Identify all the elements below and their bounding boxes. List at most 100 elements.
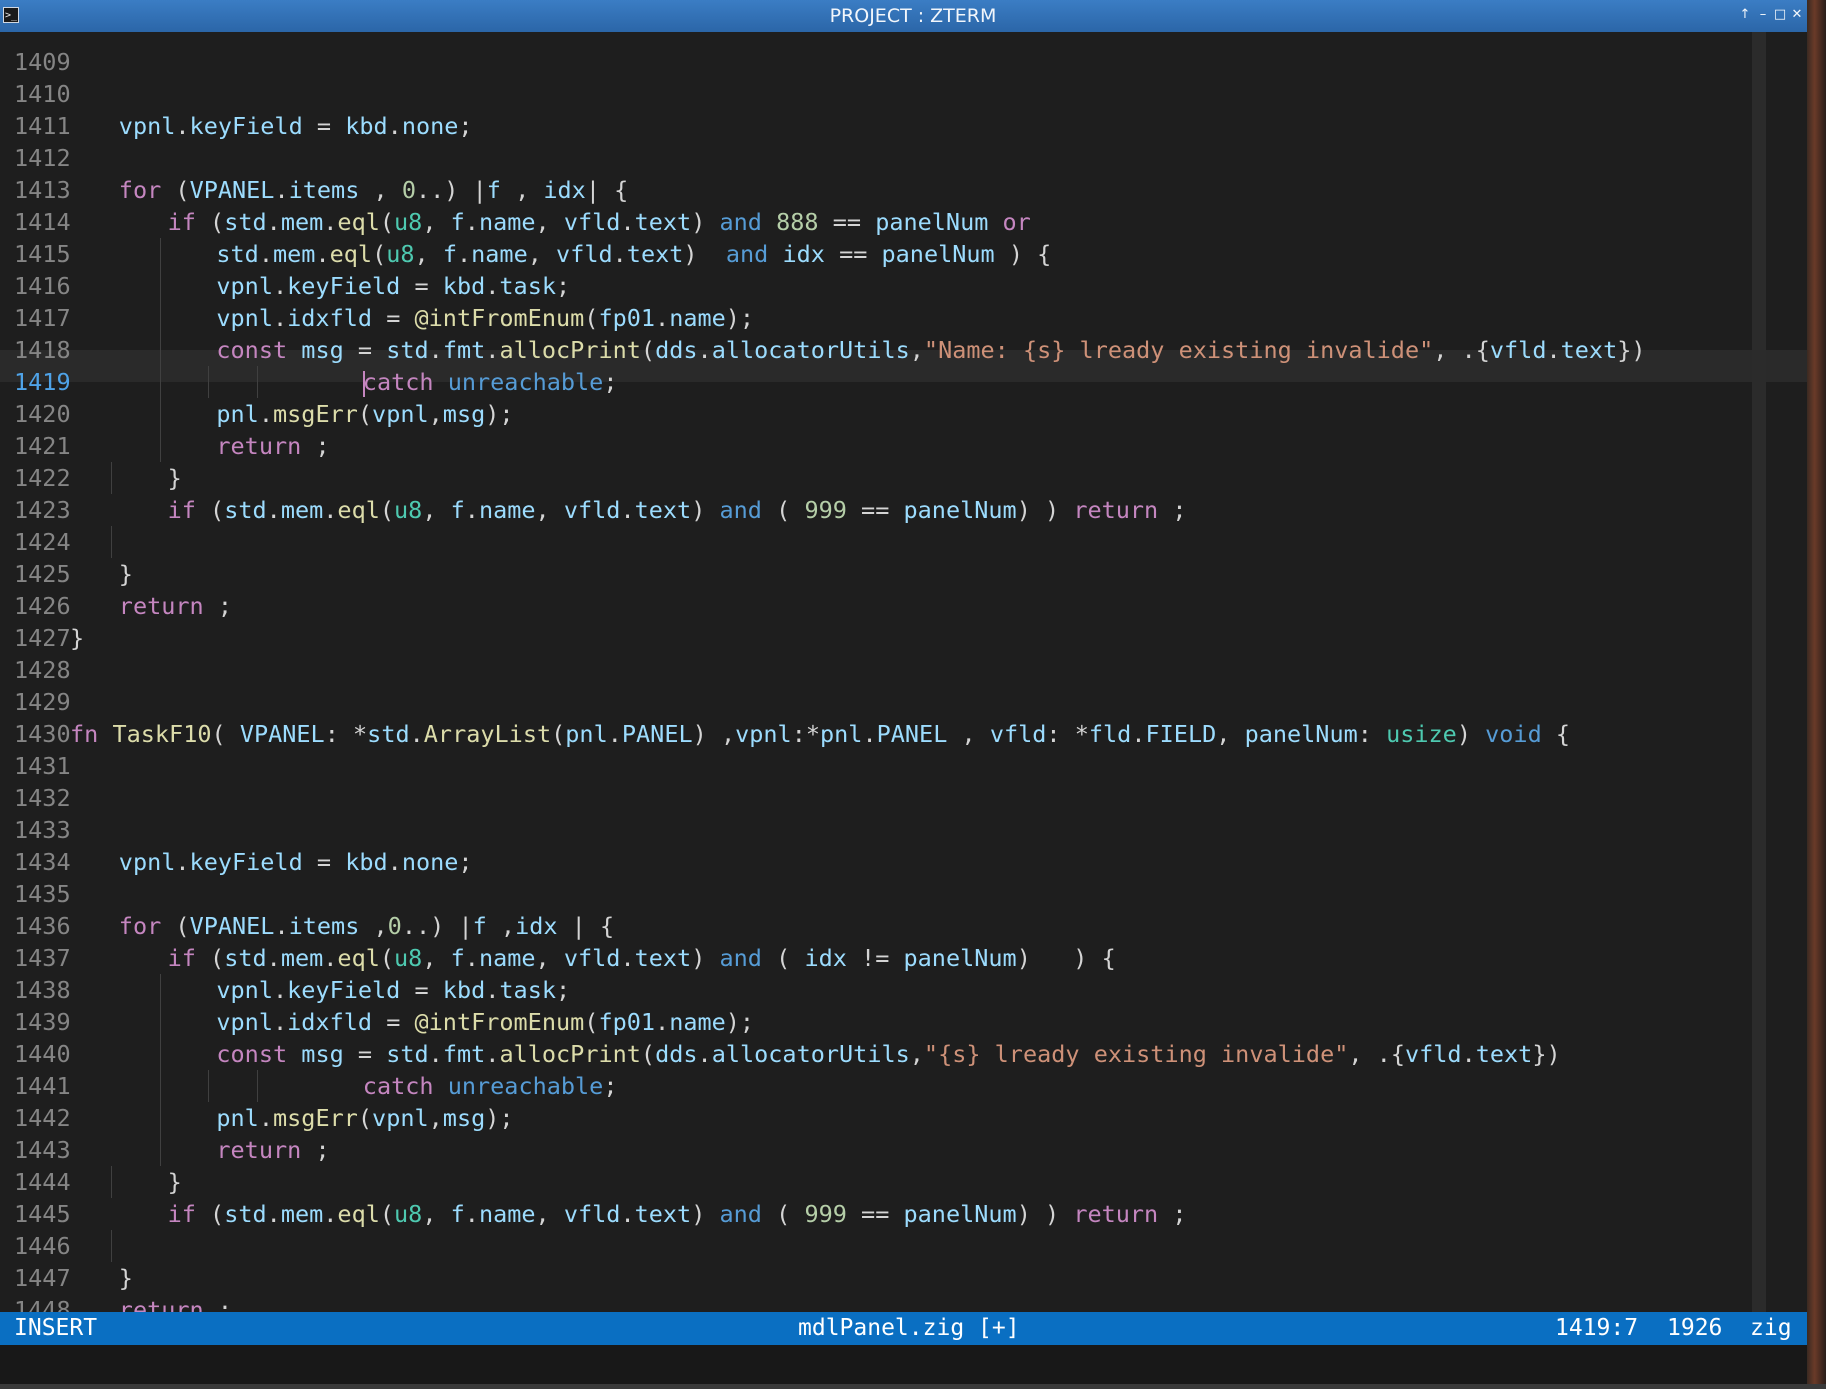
code-line[interactable]: 1446: [0, 1230, 1646, 1262]
code-line[interactable]: 1409: [0, 46, 1646, 78]
code-line[interactable]: 1432: [0, 782, 1646, 814]
code-line[interactable]: 1410: [0, 78, 1646, 110]
line-number: 1416: [14, 272, 71, 300]
status-line: INSERT mdlPanel.zig [+] 1419:7 1926 zig: [0, 1312, 1807, 1345]
code-line[interactable]: 1434 vpnl.keyField = kbd.none;: [0, 846, 1646, 878]
code-line[interactable]: 1425}: [0, 558, 1646, 590]
code-line[interactable]: 1421 return ;: [0, 430, 1646, 462]
window-bottom-edge: [0, 1384, 1826, 1389]
indent-guide: [159, 1102, 161, 1134]
code-line[interactable]: 1436 for (VPANEL.items ,0..) |f ,idx | {: [0, 910, 1646, 942]
indent-guide: [159, 302, 161, 334]
line-number: 1434: [14, 848, 71, 876]
code-line[interactable]: 1420 pnl.msgErr(vpnl,msg);: [0, 398, 1646, 430]
code-line[interactable]: 1438 vpnl.keyField = kbd.task;: [0, 974, 1646, 1006]
code-text: fn TaskF10( VPANEL: *std.ArrayList(pnl.P…: [70, 720, 1571, 748]
indent-guide: [159, 1070, 161, 1102]
code-text: pnl.msgErr(vpnl,msg);: [216, 400, 514, 428]
line-number: 1410: [14, 80, 71, 108]
line-number: 1443: [14, 1136, 71, 1164]
code-line[interactable]: 1415 std.mem.eql(u8, f.name, vfld.text) a…: [0, 238, 1646, 270]
code-line[interactable]: 1423 if (std.mem.eql(u8, f.name, vfld.tex…: [0, 494, 1646, 526]
line-number: 1438: [14, 976, 71, 1004]
line-number: 1447: [14, 1264, 71, 1292]
window-titlebar[interactable]: >_ PROJECT : ZTERM ↑ – □ ✕: [0, 0, 1826, 33]
indent-guide: [110, 1230, 112, 1262]
code-text: if (std.mem.eql(u8, f.name, vfld.text) a…: [167, 1200, 1187, 1228]
code-line[interactable]: 1414 if (std.mem.eql(u8, f.name, vfld.tex…: [0, 206, 1646, 238]
maximize-icon[interactable]: □: [1773, 6, 1787, 24]
code-line[interactable]: 1424: [0, 526, 1646, 558]
code-line[interactable]: 1418 const msg = std.fmt.allocPrint(dds.a…: [0, 334, 1646, 366]
code-line[interactable]: 1429: [0, 686, 1646, 718]
code-line[interactable]: 1419 catch unreachable;: [0, 366, 1646, 398]
code-line[interactable]: 1412: [0, 142, 1646, 174]
code-line[interactable]: 1427}: [0, 622, 1646, 654]
line-number: 1412: [14, 144, 71, 172]
code-line[interactable]: 1433: [0, 814, 1646, 846]
code-line[interactable]: 1441 catch unreachable;: [0, 1070, 1646, 1102]
line-number: 1444: [14, 1168, 71, 1196]
code-text: catch unreachable;: [362, 1072, 618, 1100]
code-line[interactable]: 1431: [0, 750, 1646, 782]
indent-guide: [208, 366, 210, 398]
line-number: 1430: [14, 720, 71, 748]
code-text: return ;: [216, 1136, 330, 1164]
code-text: return ;: [118, 1296, 232, 1312]
line-number: 1419: [14, 368, 71, 396]
code-line[interactable]: 1426 return ;: [0, 590, 1646, 622]
code-line[interactable]: 1417 vpnl.idxfld = @intFromEnum(fp01.name…: [0, 302, 1646, 334]
vertical-scrollbar[interactable]: [1752, 32, 1766, 1312]
command-line[interactable]: [0, 1345, 1807, 1389]
line-number: 1429: [14, 688, 71, 716]
code-line[interactable]: 1435: [0, 878, 1646, 910]
code-line[interactable]: 1439 vpnl.idxfld = @intFromEnum(fp01.name…: [0, 1006, 1646, 1038]
line-number: 1448: [14, 1296, 71, 1312]
code-line[interactable]: 1413 for (VPANEL.items , 0..) |f , idx| {: [0, 174, 1646, 206]
indent-guide: [159, 1134, 161, 1166]
code-line[interactable]: 1411 vpnl.keyField = kbd.none;: [0, 110, 1646, 142]
arrow-up-icon[interactable]: ↑: [1738, 6, 1752, 24]
code-line[interactable]: 1448 return ;: [0, 1294, 1646, 1312]
minimize-icon[interactable]: –: [1756, 6, 1770, 24]
code-line[interactable]: 1444}: [0, 1166, 1646, 1198]
indent-guide: [159, 366, 161, 398]
code-lines: 1409 1410 1411 vpnl.keyField = kbd.none; 141…: [0, 46, 1646, 1312]
line-number: 1445: [14, 1200, 71, 1228]
code-text: vpnl.idxfld = @intFromEnum(fp01.name);: [216, 1008, 755, 1036]
line-number: 1409: [14, 48, 71, 76]
code-line[interactable]: 1442 pnl.msgErr(vpnl,msg);: [0, 1102, 1646, 1134]
indent-guide: [159, 974, 161, 1006]
window-title: PROJECT : ZTERM: [829, 5, 997, 27]
code-line[interactable]: 1428: [0, 654, 1646, 686]
code-editor[interactable]: 1409 1410 1411 vpnl.keyField = kbd.none; 141…: [0, 32, 1807, 1312]
line-number: 1442: [14, 1104, 71, 1132]
code-line[interactable]: 1430fn TaskF10( VPANEL: *std.ArrayList(p…: [0, 718, 1646, 750]
code-line[interactable]: 1447}: [0, 1262, 1646, 1294]
code-line[interactable]: 1422}: [0, 462, 1646, 494]
indent-guide: [159, 1038, 161, 1070]
code-line[interactable]: 1440 const msg = std.fmt.allocPrint(dds.a…: [0, 1038, 1646, 1070]
window-edge: [1807, 0, 1826, 1389]
code-line[interactable]: 1443 return ;: [0, 1134, 1646, 1166]
code-text: for (VPANEL.items , 0..) |f , idx| {: [118, 176, 629, 204]
code-line[interactable]: 1416 vpnl.keyField = kbd.task;: [0, 270, 1646, 302]
indent-guide: [110, 526, 112, 558]
indent-guide: [159, 430, 161, 462]
line-number: 1428: [14, 656, 71, 684]
close-icon[interactable]: ✕: [1790, 6, 1804, 24]
code-line[interactable]: 1445 if (std.mem.eql(u8, f.name, vfld.tex…: [0, 1198, 1646, 1230]
code-text: const msg = std.fmt.allocPrint(dds.alloc…: [216, 336, 1646, 364]
line-number: 1421: [14, 432, 71, 460]
code-text: return ;: [118, 592, 232, 620]
total-lines: 1926: [1667, 1315, 1723, 1341]
code-text: }: [70, 624, 85, 652]
line-number: 1411: [14, 112, 71, 140]
indent-guide: [257, 366, 259, 398]
line-number: 1439: [14, 1008, 71, 1036]
code-text: }: [167, 1168, 182, 1196]
code-line[interactable]: 1437 if (std.mem.eql(u8, f.name, vfld.tex…: [0, 942, 1646, 974]
file-type: zig: [1750, 1315, 1792, 1341]
code-text: if (std.mem.eql(u8, f.name, vfld.text) a…: [167, 944, 1116, 972]
code-text: vpnl.keyField = kbd.none;: [118, 112, 473, 140]
